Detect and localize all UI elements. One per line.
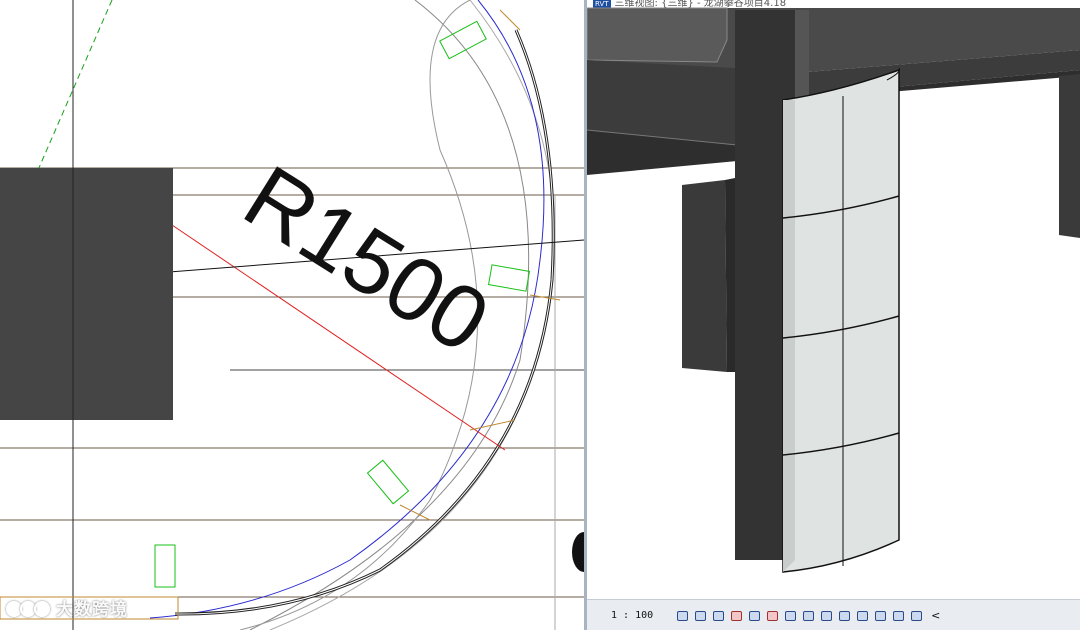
visual-style-icon[interactable] xyxy=(693,609,707,621)
reveal-constraints-icon[interactable] xyxy=(909,609,923,621)
temporary-view-icon[interactable] xyxy=(837,609,851,621)
shadows-icon[interactable] xyxy=(729,609,743,621)
radius-dimension-label[interactable]: R1500 xyxy=(227,147,505,372)
worksharing-icon[interactable] xyxy=(855,609,869,621)
watermark-text: 大数跨境 xyxy=(56,600,128,620)
watermark: 大数跨境 xyxy=(6,595,128,620)
3d-view-window[interactable]: RVT 三维视图: {三维} - 龙湖攀谷项目4.18 1 : 100 < xyxy=(584,0,1080,630)
view-control-bar: 1 : 100 < xyxy=(587,599,1080,630)
detail-level-icon[interactable] xyxy=(675,609,689,621)
reveal-hidden-icon[interactable] xyxy=(819,609,833,621)
plan-drawing: R1500 xyxy=(0,0,584,630)
watermark-logo-icon xyxy=(6,599,50,617)
highlight-displacement-icon[interactable] xyxy=(891,609,905,621)
3d-model-render xyxy=(587,7,1080,573)
unlock-3d-icon[interactable] xyxy=(783,609,797,621)
sun-path-icon[interactable] xyxy=(711,609,725,621)
temporary-hide-icon[interactable] xyxy=(801,609,815,621)
crop-view-icon[interactable] xyxy=(747,609,761,621)
more-controls-chevron[interactable]: < xyxy=(931,609,940,622)
plan-view-canvas[interactable]: R1500 xyxy=(0,0,584,630)
analytical-icon[interactable] xyxy=(873,609,887,621)
show-crop-icon[interactable] xyxy=(765,609,779,621)
view-scale[interactable]: 1 : 100 xyxy=(611,610,653,621)
